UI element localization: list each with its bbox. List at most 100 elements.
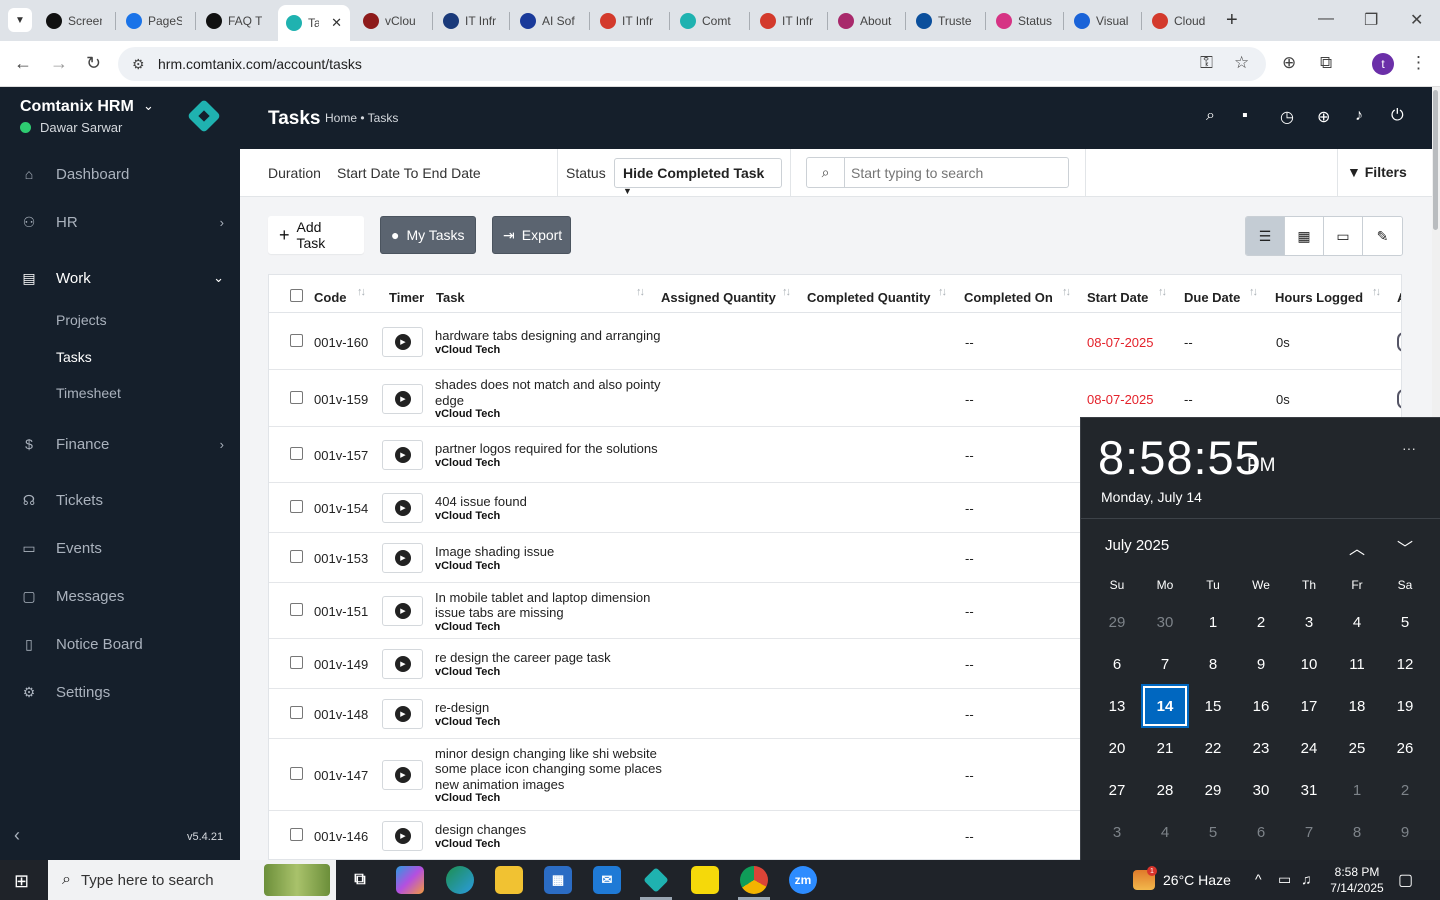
minimize-icon[interactable]: —: [1318, 10, 1334, 28]
column-header[interactable]: Hours Logged: [1275, 290, 1363, 305]
task-cell[interactable]: partner logos required for the solutions…: [435, 441, 665, 469]
filters-button[interactable]: ▼ Filters: [1347, 164, 1407, 180]
sort-icon[interactable]: ↑↓: [636, 286, 645, 298]
calendar-day[interactable]: 1: [1335, 770, 1379, 810]
calendar-day[interactable]: 7: [1143, 644, 1187, 684]
password-key-icon[interactable]: ⚿: [1200, 53, 1213, 73]
calendar-day[interactable]: 12: [1383, 644, 1427, 684]
calendar-day[interactable]: 29: [1095, 602, 1139, 642]
duration-range-field[interactable]: Start Date To End Date: [337, 165, 481, 181]
row-checkbox[interactable]: [290, 334, 303, 347]
sidebar-item-dashboard[interactable]: ⌂ Dashboard: [0, 156, 240, 192]
site-info-icon[interactable]: ⚙: [132, 56, 145, 73]
calendar-day[interactable]: 1: [1191, 602, 1235, 642]
sidebar-item-finance[interactable]: $ Finance ›: [0, 426, 240, 462]
task-cell[interactable]: Image shading issue vCloud Tech: [435, 544, 665, 572]
add-task-button[interactable]: + Add Task: [268, 216, 364, 254]
start-timer-button[interactable]: ▶: [382, 821, 423, 851]
calendar-day[interactable]: 27: [1095, 770, 1139, 810]
browser-tab[interactable]: Visual: [1066, 6, 1142, 35]
bookmark-star-icon[interactable]: ☆: [1234, 53, 1249, 73]
network-icon[interactable]: ▭: [1278, 871, 1291, 888]
task-title[interactable]: Image shading issue: [435, 544, 665, 560]
task-view-icon[interactable]: ⧉: [346, 866, 374, 894]
my-tasks-button[interactable]: ● My Tasks: [380, 216, 476, 254]
table-row[interactable]: 001v-160 ▶ hardware tabs designing and arr…: [269, 314, 1401, 370]
column-header[interactable]: Assigned Quantity: [661, 290, 776, 305]
column-header[interactable]: Completed Quantity: [807, 290, 931, 305]
task-cell[interactable]: re-design vCloud Tech: [435, 700, 665, 728]
breadcrumb[interactable]: Home • Tasks: [325, 111, 398, 125]
volume-icon[interactable]: ♫: [1301, 871, 1312, 887]
list-view-icon[interactable]: ☰: [1246, 217, 1285, 255]
new-tab-button[interactable]: +: [1226, 9, 1238, 32]
calendar-day[interactable]: 30: [1143, 602, 1187, 642]
sidebar-subitem-projects[interactable]: Projects: [56, 312, 107, 328]
more-options-icon[interactable]: ···: [1402, 440, 1416, 456]
calendar-day[interactable]: 5: [1383, 602, 1427, 642]
chrome-icon[interactable]: [740, 866, 768, 894]
start-timer-button[interactable]: ▶: [382, 327, 423, 357]
sidebar-item-tickets[interactable]: ☊ Tickets: [0, 482, 240, 518]
task-cell[interactable]: re design the career page task vCloud Tec…: [435, 650, 665, 678]
calendar-day[interactable]: 7: [1287, 812, 1331, 852]
calendar-day[interactable]: 18: [1335, 686, 1379, 726]
edge-icon[interactable]: [446, 866, 474, 894]
task-search-input[interactable]: [846, 158, 1068, 187]
calendar-day[interactable]: 17: [1287, 686, 1331, 726]
start-timer-button[interactable]: ▶: [382, 493, 423, 523]
store-icon[interactable]: ▦: [544, 866, 572, 894]
sticky-note-icon[interactable]: ▪: [1242, 107, 1248, 125]
close-tab-icon[interactable]: ✕: [331, 15, 342, 31]
calendar-day[interactable]: 22: [1191, 728, 1235, 768]
task-title[interactable]: 404 issue found: [435, 494, 665, 510]
sort-icon[interactable]: ↑↓: [1372, 286, 1381, 298]
sort-icon[interactable]: ↑↓: [1062, 286, 1071, 298]
comtanix-app-icon[interactable]: [642, 866, 670, 894]
calendar-day[interactable]: 23: [1239, 728, 1283, 768]
calendar-day[interactable]: 13: [1095, 686, 1139, 726]
calendar-day[interactable]: 10: [1287, 644, 1331, 684]
calendar-day[interactable]: 25: [1335, 728, 1379, 768]
chevron-down-icon[interactable]: ﹀: [1397, 535, 1413, 559]
row-checkbox[interactable]: [290, 447, 303, 460]
collapse-sidebar-icon[interactable]: ‹: [14, 825, 20, 846]
start-timer-button[interactable]: ▶: [382, 383, 423, 414]
column-header[interactable]: Code: [314, 290, 347, 305]
assignee-avatar[interactable]: [1397, 388, 1401, 409]
calendar-day[interactable]: 3: [1287, 602, 1331, 642]
pin-icon[interactable]: ✎: [1363, 217, 1402, 255]
windows-start-icon[interactable]: ⊞: [14, 871, 29, 892]
calendar-day[interactable]: 2: [1239, 602, 1283, 642]
tab-search-dropdown-icon[interactable]: ▼: [8, 8, 32, 32]
sidebar-item-hr[interactable]: ⚇ HR ›: [0, 204, 240, 240]
column-header[interactable]: Task: [436, 290, 465, 305]
calendar-day[interactable]: 3: [1095, 812, 1139, 852]
browser-tab[interactable]: PageS: [118, 6, 194, 35]
row-checkbox[interactable]: [290, 603, 303, 616]
row-checkbox[interactable]: [290, 390, 303, 404]
task-title[interactable]: shades does not match and also pointy ed…: [435, 377, 665, 408]
browser-tab[interactable]: Status: [988, 6, 1064, 35]
calendar-day[interactable]: 6: [1239, 812, 1283, 852]
restore-icon[interactable]: ❐: [1364, 10, 1378, 30]
calendar-day[interactable]: 30: [1239, 770, 1283, 810]
sort-icon[interactable]: ↑↓: [938, 286, 947, 298]
start-timer-button[interactable]: ▶: [382, 543, 423, 573]
sticky-notes-icon[interactable]: [691, 866, 719, 894]
task-cell[interactable]: minor design changing like shi website s…: [435, 746, 665, 805]
row-checkbox[interactable]: [290, 550, 303, 563]
row-checkbox[interactable]: [290, 500, 303, 513]
assignee-avatar[interactable]: [1397, 332, 1401, 352]
column-header[interactable]: Completed On: [964, 290, 1053, 305]
task-title[interactable]: design changes: [435, 822, 665, 838]
sort-icon[interactable]: ↑↓: [1158, 286, 1167, 298]
calendar-day[interactable]: 2: [1383, 770, 1427, 810]
bell-icon[interactable]: ♪: [1355, 107, 1363, 125]
browser-tab[interactable]: FAQ T: [198, 6, 274, 35]
sort-icon[interactable]: ↑↓: [782, 286, 791, 298]
clock-icon[interactable]: ◷: [1280, 107, 1294, 127]
file-explorer-icon[interactable]: [495, 866, 523, 894]
task-cell[interactable]: design changes vCloud Tech: [435, 822, 665, 850]
column-header[interactable]: Start Date: [1087, 290, 1148, 305]
